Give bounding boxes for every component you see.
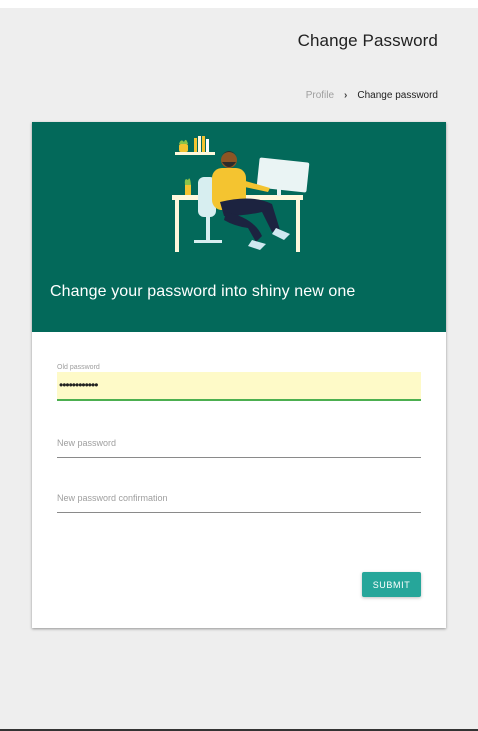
breadcrumb-item-profile[interactable]: Profile — [306, 90, 334, 101]
new-password-field[interactable]: New password — [57, 427, 421, 458]
breadcrumb-item-current: Change password — [357, 90, 438, 101]
new-password-confirmation-field[interactable]: New password confirmation — [57, 482, 421, 513]
top-strip — [0, 0, 478, 8]
submit-button[interactable]: SUBMIT — [362, 572, 421, 597]
hero-caption: Change your password into shiny new one — [50, 283, 356, 300]
breadcrumb: Profile › Change password — [306, 90, 438, 101]
new-password-placeholder: New password — [57, 438, 117, 448]
old-password-label: Old password — [57, 364, 100, 371]
chevron-right-icon: › — [344, 90, 348, 101]
new-password-confirmation-underline — [57, 512, 421, 513]
new-password-confirmation-placeholder: New password confirmation — [57, 493, 168, 503]
old-password-input[interactable]: •••••••••••• — [57, 372, 421, 401]
new-password-underline — [57, 457, 421, 458]
change-password-card: Change your password into shiny new one … — [32, 122, 446, 628]
hero-banner: Change your password into shiny new one — [32, 122, 446, 332]
person-at-desk-illustration — [172, 136, 310, 252]
old-password-field[interactable]: Old password •••••••••••• — [57, 362, 421, 403]
page-title: Change Password — [297, 31, 438, 50]
